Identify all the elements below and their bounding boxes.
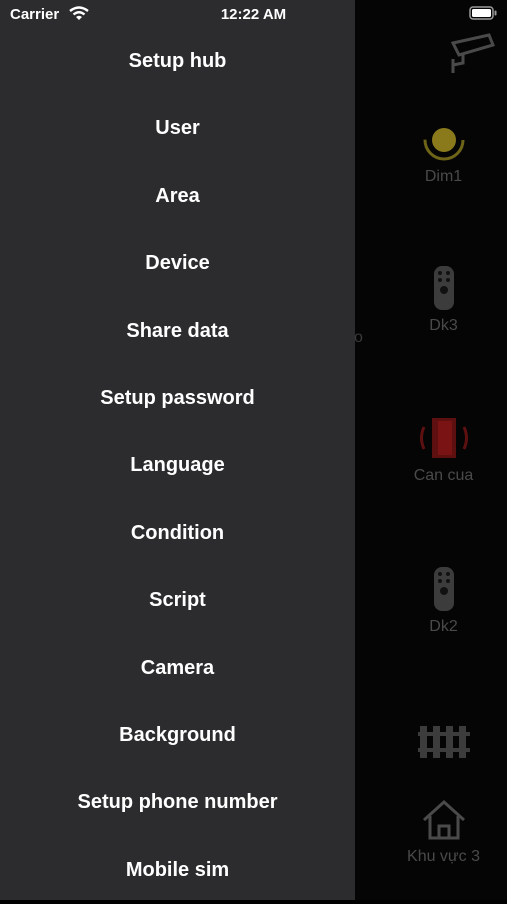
remote-control-icon xyxy=(433,567,454,611)
menu-item-background[interactable]: Background xyxy=(0,702,355,769)
partial-label: o xyxy=(354,329,363,346)
menu-item-user[interactable]: User xyxy=(0,95,355,162)
menu-item-setup-phone-number[interactable]: Setup phone number xyxy=(0,769,355,836)
device-tile-dk3[interactable]: Dk3 xyxy=(380,265,507,335)
tile-label: Can cua xyxy=(413,467,474,484)
menu-item-setup-password[interactable]: Setup password xyxy=(0,365,355,432)
door-icon xyxy=(419,418,468,458)
home-icon xyxy=(422,799,465,840)
menu-item-script[interactable]: Script xyxy=(0,567,355,634)
menu-item-language[interactable]: Language xyxy=(0,432,355,499)
status-bar: Carrier 12:22 AM xyxy=(0,0,507,28)
area-tile-khu-vuc-3[interactable]: Khu vực 3 xyxy=(380,798,507,866)
menu-list: Setup hub User Area Device Share data Se… xyxy=(0,28,355,904)
tile-label: Dk2 xyxy=(429,618,458,635)
tile-label: Dim1 xyxy=(424,168,463,185)
tile-label: Dk3 xyxy=(429,317,458,334)
tile-label: Khu vực 3 xyxy=(407,848,480,865)
side-drawer-menu: Setup hub User Area Device Share data Se… xyxy=(0,0,355,900)
device-tile-dim1[interactable]: Dim1 xyxy=(380,118,507,186)
menu-item-device[interactable]: Device xyxy=(0,230,355,297)
menu-item-share-data[interactable]: Share data xyxy=(0,298,355,365)
status-time: 12:22 AM xyxy=(220,6,287,23)
menu-item-mobile-sim[interactable]: Mobile sim xyxy=(0,837,355,904)
security-camera-icon xyxy=(450,33,495,73)
device-tile-dk2[interactable]: Dk2 xyxy=(380,566,507,636)
fence-icon xyxy=(417,726,470,758)
remote-control-icon xyxy=(433,266,454,310)
dimmer-icon xyxy=(423,119,464,161)
menu-item-camera[interactable]: Camera xyxy=(0,635,355,702)
menu-item-setup-hub[interactable]: Setup hub xyxy=(0,28,355,95)
menu-item-condition[interactable]: Condition xyxy=(0,500,355,567)
battery-icon xyxy=(469,6,497,20)
device-tile-can-cua[interactable]: Can cua xyxy=(380,415,507,485)
menu-item-area[interactable]: Area xyxy=(0,163,355,230)
device-tile-fence[interactable] xyxy=(380,720,507,760)
